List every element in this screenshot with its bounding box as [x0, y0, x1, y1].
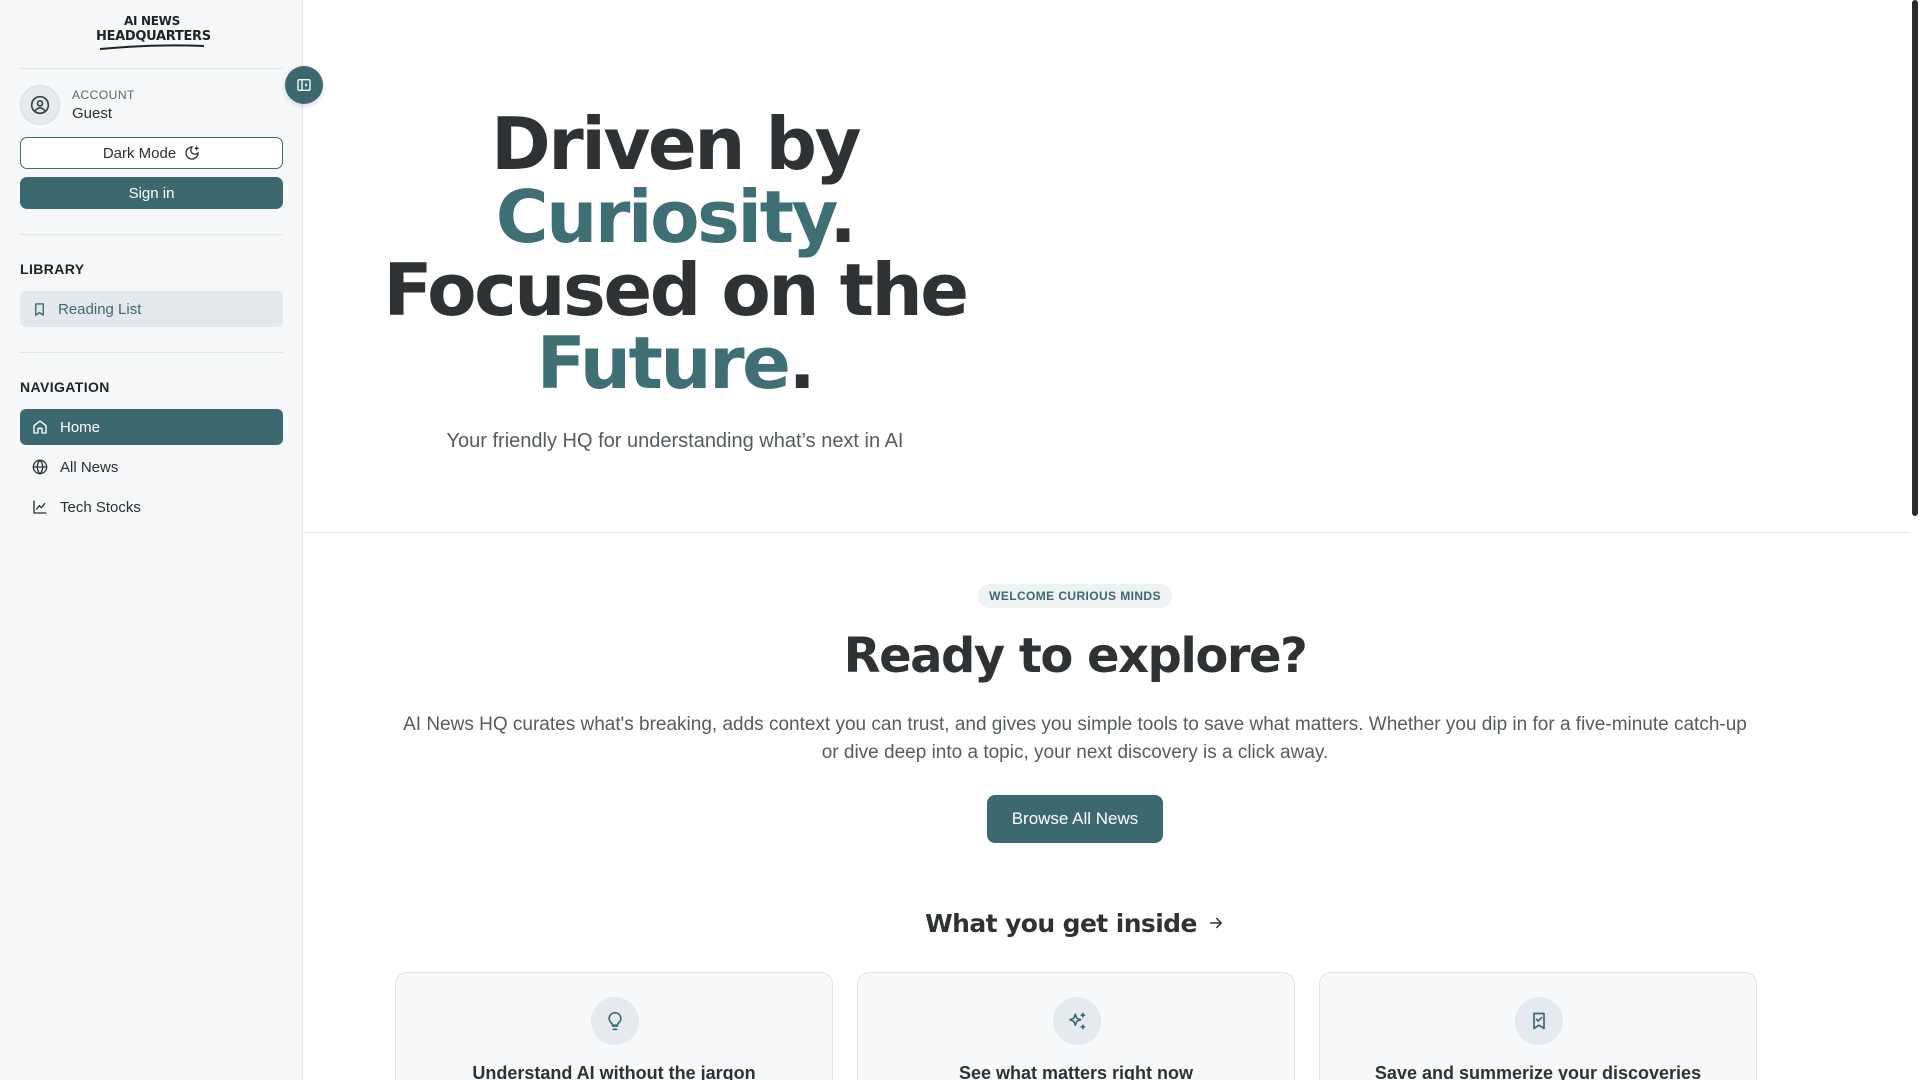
- dark-mode-button[interactable]: Dark Mode: [20, 137, 283, 169]
- logo-line1: AI NEWS: [124, 14, 180, 28]
- hero-subtitle: Your friendly HQ for understanding what’…: [446, 430, 904, 452]
- hero-period: .: [829, 175, 856, 259]
- feature-card[interactable]: Understand AI without the jargon: [395, 972, 833, 1080]
- lightbulb-icon: [608, 1011, 622, 1031]
- scrollbar[interactable]: [1910, 0, 1920, 1080]
- explore-title: Ready to explore?: [843, 628, 1308, 684]
- logo[interactable]: AI NEWS HEADQUARTERS: [96, 14, 211, 50]
- hero-title: Driven by Curiosity. Focused on the Futu…: [340, 108, 1010, 400]
- bookmark-check-icon: [1533, 1012, 1545, 1030]
- browse-all-news-button[interactable]: Browse All News: [987, 795, 1163, 843]
- moon-icon: [185, 146, 199, 160]
- scrollbar-thumb[interactable]: [1912, 0, 1918, 516]
- card-title: Save and summerize your discoveries: [1374, 1063, 1702, 1080]
- feature-card[interactable]: Save and summerize your discoveries: [1319, 972, 1757, 1080]
- account-label: ACCOUNT: [72, 88, 135, 102]
- welcome-badge: WELCOME CURIOUS MINDS: [978, 584, 1172, 608]
- globe-icon: [32, 459, 48, 475]
- sidebar-item-all-news[interactable]: All News: [20, 449, 283, 485]
- app-root: AI NEWS HEADQUARTERS ACCOUNT Guest Dark …: [0, 0, 1920, 1080]
- divider: [20, 234, 283, 235]
- sidebar: AI NEWS HEADQUARTERS ACCOUNT Guest Dark …: [0, 0, 303, 1080]
- dark-mode-label: Dark Mode: [102, 144, 177, 162]
- hero-accent-future: Future: [536, 321, 791, 405]
- logo-line2: HEADQUARTERS: [96, 29, 211, 44]
- sidebar-item-tech-stocks[interactable]: Tech Stocks: [20, 489, 283, 525]
- line-chart-icon: [33, 500, 47, 514]
- hero-line3: Focused on the: [383, 248, 969, 332]
- hero-line1: Driven by: [490, 102, 862, 186]
- bookmark-icon: [35, 302, 44, 316]
- card-title: See what matters right now: [958, 1063, 1194, 1080]
- account-block: ACCOUNT Guest: [20, 85, 283, 125]
- user-circle-icon: [30, 95, 50, 115]
- library-title: LIBRARY: [20, 261, 85, 277]
- card-icon-wrap: [591, 997, 639, 1045]
- account-name: Guest: [72, 105, 113, 122]
- navigation-title: NAVIGATION: [20, 379, 110, 395]
- avatar[interactable]: [20, 85, 60, 125]
- sidebar-item-reading-list[interactable]: Reading List: [20, 291, 283, 327]
- sidebar-item-label: Tech Stocks: [60, 498, 141, 516]
- sidebar-item-label: All News: [60, 458, 119, 476]
- arrow-right-icon: [1209, 917, 1222, 929]
- hero-accent-curiosity: Curiosity: [495, 175, 832, 259]
- card-title: Understand AI without the jargon: [472, 1063, 756, 1080]
- logo-swoosh: [99, 44, 205, 50]
- divider: [20, 68, 283, 69]
- hero-period: .: [788, 321, 816, 405]
- sidebar-item-label: Home: [60, 418, 101, 436]
- card-icon-wrap: [1053, 997, 1101, 1045]
- divider: [20, 352, 283, 353]
- card-icon-wrap: [1515, 997, 1563, 1045]
- explore-text: AI News HQ curates what's breaking, adds…: [403, 714, 1747, 763]
- sidebar-item-home[interactable]: Home: [20, 409, 283, 445]
- inside-title-text: What you get inside: [925, 908, 1197, 938]
- sidebar-item-label: Reading List: [58, 300, 142, 318]
- feature-card[interactable]: See what matters right now: [857, 972, 1295, 1080]
- home-icon: [33, 420, 47, 434]
- sign-in-button[interactable]: Sign in: [20, 177, 283, 209]
- what-you-get-inside-link[interactable]: What you get inside: [880, 906, 1270, 940]
- sparkles-icon: [1069, 1012, 1086, 1030]
